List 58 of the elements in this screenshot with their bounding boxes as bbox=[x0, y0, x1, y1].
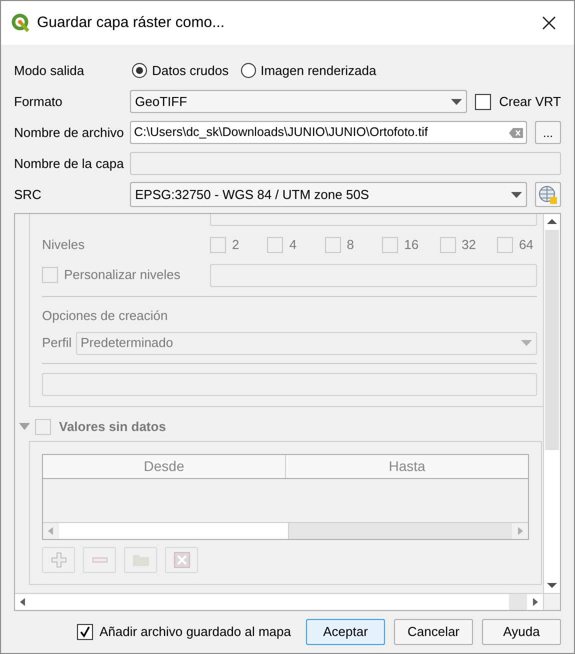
field-label: Formato bbox=[14, 92, 64, 111]
check-icon bbox=[79, 626, 92, 638]
dialog-button[interactable]: Aceptar bbox=[306, 619, 385, 645]
add-button[interactable] bbox=[42, 546, 75, 572]
section-title: Valores sin datos bbox=[59, 418, 166, 436]
caret-icon bbox=[451, 98, 462, 104]
checkbox-label: 2 bbox=[232, 236, 240, 254]
app-logo-icon bbox=[11, 13, 31, 33]
window-title: Guardar capa ráster como... bbox=[37, 12, 226, 33]
checkbox-label: Añadir archivo guardado al mapa bbox=[99, 623, 291, 642]
checkbox-label: Crear VRT bbox=[499, 92, 561, 111]
dialog-button[interactable]: Cancelar bbox=[394, 619, 473, 645]
checkbox-label: 8 bbox=[346, 236, 354, 254]
clear-icon[interactable] bbox=[509, 128, 523, 138]
clear-button[interactable] bbox=[165, 546, 198, 572]
custom-levels-field[interactable] bbox=[210, 264, 537, 286]
vertical-scrollbar[interactable] bbox=[543, 214, 560, 610]
layer-name-field[interactable] bbox=[130, 152, 561, 175]
close-icon bbox=[174, 552, 190, 568]
dialog-button[interactable]: Ayuda bbox=[482, 619, 561, 645]
folder-icon bbox=[132, 552, 150, 566]
scrollbar-thumb[interactable] bbox=[509, 594, 527, 610]
checkbox-label: 16 bbox=[404, 236, 419, 254]
horizontal-scrollbar[interactable] bbox=[15, 593, 543, 610]
close-icon bbox=[542, 16, 556, 30]
crs-selector-button[interactable] bbox=[535, 182, 561, 207]
file-name-field[interactable]: C:\Users\dc_sk\Downloads\JUNIO\JUNIO\Ortofoto.tif bbox=[130, 121, 527, 144]
checkbox[interactable] bbox=[77, 624, 94, 640]
crs-dropdown[interactable]: EPSG:32750 - WGS 84 / UTM zone 50S bbox=[130, 182, 527, 207]
checkbox-label: 32 bbox=[462, 236, 476, 254]
checkbox-label: Personalizar niveles bbox=[64, 266, 180, 284]
radio-label: Imagen renderizada bbox=[260, 62, 376, 80]
field-label: Perfil bbox=[42, 334, 72, 352]
plus-icon bbox=[50, 552, 66, 568]
profile-dropdown[interactable]: Predeterminado bbox=[76, 332, 537, 354]
globe-icon bbox=[538, 184, 558, 204]
remove-button[interactable] bbox=[83, 546, 116, 572]
section-title: Opciones de creación bbox=[42, 307, 169, 325]
format-dropdown[interactable]: GeoTIFF bbox=[130, 90, 468, 113]
caret-icon bbox=[511, 192, 522, 198]
checkbox[interactable] bbox=[475, 94, 492, 110]
radio-label: Datos crudos bbox=[152, 62, 229, 80]
checkbox-label: 64 bbox=[518, 236, 534, 254]
radio-button[interactable] bbox=[132, 63, 147, 78]
field-label: Niveles bbox=[42, 236, 86, 254]
field-label: SRC bbox=[14, 186, 42, 204]
open-button[interactable] bbox=[124, 546, 157, 572]
field-label: Modo salida bbox=[14, 62, 86, 80]
field-label: Nombre de archivo bbox=[14, 124, 125, 142]
creation-options-field[interactable] bbox=[42, 372, 537, 396]
radio-button[interactable] bbox=[240, 63, 256, 78]
browse-button[interactable]: ... bbox=[535, 121, 561, 144]
expand-arrow-icon[interactable] bbox=[19, 423, 30, 430]
field-label: Nombre de la capa bbox=[14, 154, 125, 173]
caret-icon bbox=[521, 340, 532, 346]
scrollbar-corner bbox=[544, 593, 560, 610]
checkbox-label: 4 bbox=[289, 236, 297, 254]
minus-icon bbox=[92, 556, 108, 562]
